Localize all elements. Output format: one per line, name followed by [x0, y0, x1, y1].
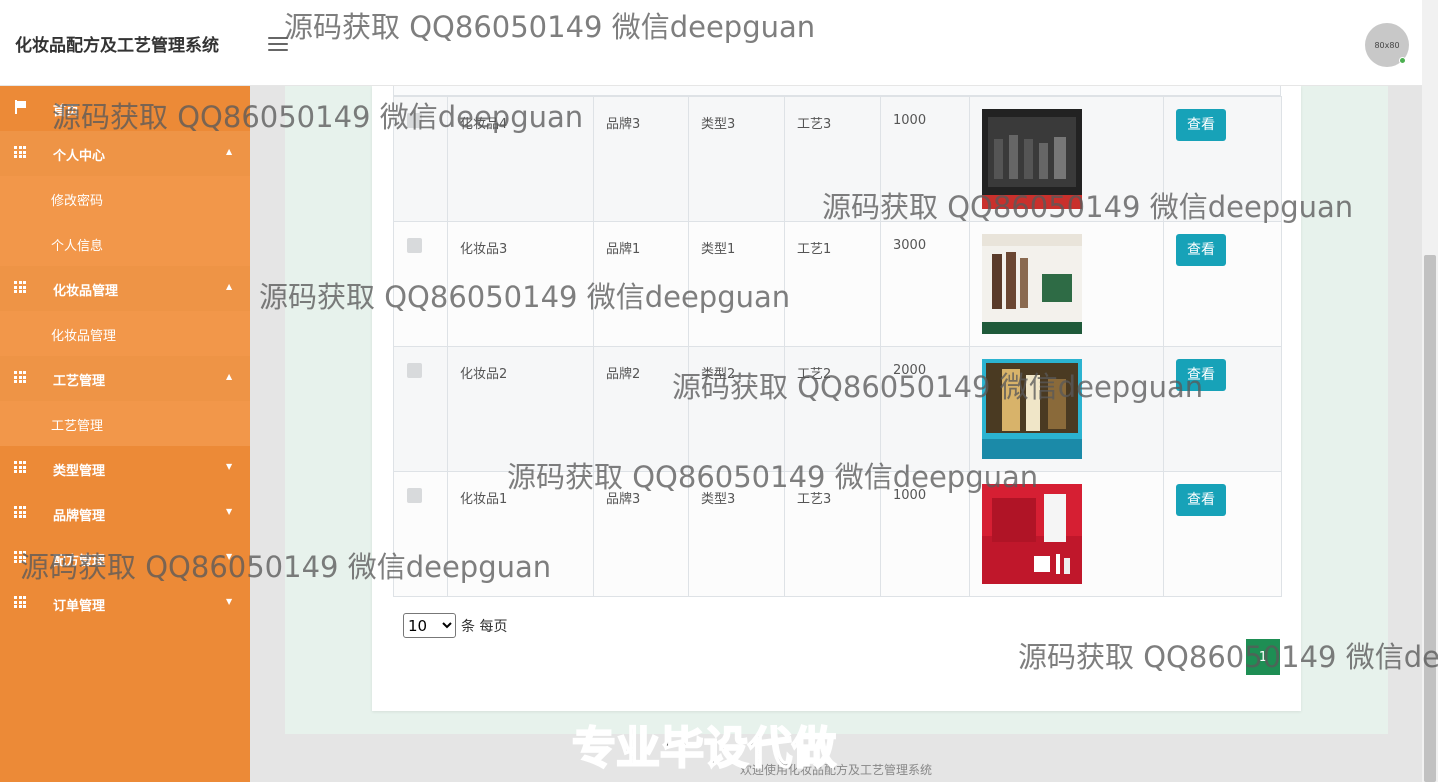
sidebar: 首页 个人中心 ▲ 修改密码 个人信息 化妆品管理 ▲ 化妆品管理 工艺管理 ▲… [0, 86, 250, 782]
sidebar-item-label: 个人中心 [53, 149, 106, 164]
page-size-label: 条 每页 [461, 618, 508, 635]
grid-icon [14, 146, 28, 158]
cell-name: 化妆品1 [447, 471, 594, 597]
product-image [982, 359, 1082, 459]
footer-text: 欢迎使用化妆品配方及工艺管理系统 [739, 763, 932, 777]
page-button-current[interactable]: 1 [1246, 639, 1280, 675]
grid-icon [14, 281, 28, 293]
cell-name: 化妆品3 [447, 221, 594, 347]
avatar[interactable]: 80x80 [1365, 23, 1409, 67]
cell-brand: 品牌3 [593, 96, 689, 222]
sidebar-item-label: 工艺管理 [53, 374, 106, 389]
flag-icon [15, 100, 27, 114]
chevron-up-icon: ▲ [226, 147, 233, 156]
grid-icon [14, 596, 28, 608]
top-header: 化妆品配方及工艺管理系统 80x80 [0, 0, 1422, 86]
table-row-partial [393, 86, 1281, 96]
grid-icon [14, 551, 28, 563]
menu-toggle-icon[interactable] [268, 36, 288, 52]
sidebar-item-label: 首页 [53, 104, 80, 119]
sidebar-item-label: 类型管理 [53, 464, 106, 479]
cell-process: 工艺3 [784, 96, 881, 222]
sidebar-item-home[interactable]: 首页 [0, 86, 250, 131]
sidebar-item-formula[interactable]: 配方管理 ▼ [0, 536, 250, 581]
cell-type: 类型2 [688, 346, 785, 472]
row-checkbox[interactable] [407, 113, 422, 128]
cell-name: 化妆品2 [447, 346, 594, 472]
cell-price: 1000 [880, 471, 970, 597]
promo-watermark: 专业毕设代做 [571, 722, 837, 775]
grid-icon [14, 461, 28, 473]
sidebar-subitem-label: 个人信息 [51, 239, 104, 254]
page-size-select[interactable]: 10 [403, 613, 456, 638]
table-row: 化妆品2 品牌2 类型2 工艺2 2000 查看 [393, 346, 1282, 472]
sidebar-subitem-label: 化妆品管理 [51, 329, 117, 344]
sidebar-item-orders[interactable]: 订单管理 ▼ [0, 581, 250, 626]
avatar-placeholder-text: 80x80 [1374, 40, 1400, 50]
chevron-up-icon: ▲ [226, 282, 233, 291]
grid-icon [14, 506, 28, 518]
sidebar-item-label: 配方管理 [53, 554, 106, 569]
cell-type: 类型3 [688, 96, 785, 222]
row-checkbox[interactable] [407, 238, 422, 253]
cosmetics-table: 化妆品4 品牌3 类型3 工艺3 1000 查看 化妆品3 品牌1 类型1 工艺… [393, 96, 1282, 597]
cell-price: 2000 [880, 346, 970, 472]
row-checkbox[interactable] [407, 488, 422, 503]
table-row: 化妆品1 品牌3 类型3 工艺3 1000 查看 [393, 471, 1282, 597]
table-row: 化妆品3 品牌1 类型1 工艺1 3000 查看 [393, 221, 1282, 347]
sidebar-item-label: 化妆品管理 [53, 284, 119, 299]
sidebar-subitem-personal-info[interactable]: 个人信息 [0, 221, 250, 266]
sidebar-subitem-process[interactable]: 工艺管理 [0, 401, 250, 446]
chevron-down-icon: ▼ [226, 597, 233, 606]
cell-process: 工艺1 [784, 221, 881, 347]
scrollbar-thumb[interactable] [1424, 255, 1436, 782]
view-button[interactable]: 查看 [1176, 109, 1226, 141]
sidebar-subitem-label: 工艺管理 [51, 419, 104, 434]
sidebar-item-label: 品牌管理 [53, 509, 106, 524]
cell-name: 化妆品4 [447, 96, 594, 222]
sidebar-subitem-label: 修改密码 [51, 194, 104, 209]
grid-icon [14, 371, 28, 383]
chevron-down-icon: ▼ [226, 507, 233, 516]
product-image [982, 234, 1082, 334]
sidebar-item-cosmetics[interactable]: 化妆品管理 ▲ [0, 266, 250, 311]
product-image [982, 109, 1082, 209]
sidebar-item-personal-center[interactable]: 个人中心 ▲ [0, 131, 250, 176]
cell-price: 1000 [880, 96, 970, 222]
view-button[interactable]: 查看 [1176, 234, 1226, 266]
cell-brand: 品牌3 [593, 471, 689, 597]
cell-type: 类型3 [688, 471, 785, 597]
view-button[interactable]: 查看 [1176, 484, 1226, 516]
cell-brand: 品牌1 [593, 221, 689, 347]
pagination-size: 10 条 每页 [403, 613, 507, 638]
sidebar-item-label: 订单管理 [53, 599, 106, 614]
scrollbar[interactable] [1422, 0, 1438, 782]
view-button[interactable]: 查看 [1176, 359, 1226, 391]
cell-type: 类型1 [688, 221, 785, 347]
sidebar-item-process[interactable]: 工艺管理 ▲ [0, 356, 250, 401]
table-row: 化妆品4 品牌3 类型3 工艺3 1000 查看 [393, 96, 1282, 222]
online-status-dot [1399, 57, 1406, 64]
app-title: 化妆品配方及工艺管理系统 [15, 36, 219, 56]
cell-price: 3000 [880, 221, 970, 347]
sidebar-item-brand[interactable]: 品牌管理 ▼ [0, 491, 250, 536]
chevron-down-icon: ▼ [226, 462, 233, 471]
sidebar-subitem-change-password[interactable]: 修改密码 [0, 176, 250, 221]
chevron-down-icon: ▼ [226, 552, 233, 561]
cell-brand: 品牌2 [593, 346, 689, 472]
sidebar-subitem-cosmetics[interactable]: 化妆品管理 [0, 311, 250, 356]
product-image [982, 484, 1082, 584]
row-checkbox[interactable] [407, 363, 422, 378]
cell-process: 工艺3 [784, 471, 881, 597]
cell-process: 工艺2 [784, 346, 881, 472]
chevron-up-icon: ▲ [226, 372, 233, 381]
sidebar-item-type[interactable]: 类型管理 ▼ [0, 446, 250, 491]
